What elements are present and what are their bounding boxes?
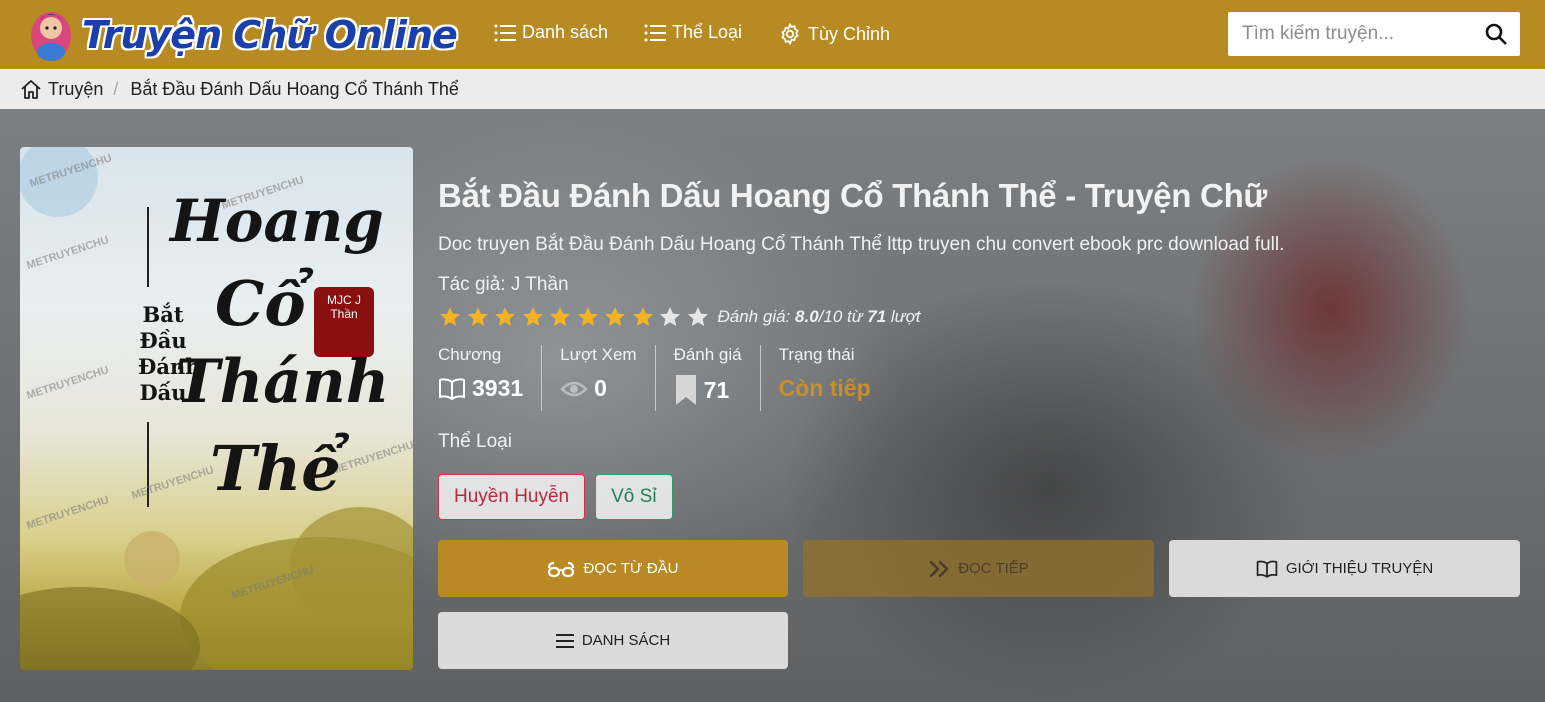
list-icon <box>494 24 516 41</box>
author-name[interactable]: J Thần <box>511 274 569 295</box>
star-icon[interactable] <box>438 305 462 329</box>
cover-title-line: Cổ <box>215 267 306 340</box>
mascot-logo-icon <box>31 12 71 61</box>
star-icon[interactable] <box>603 305 627 329</box>
nav-label: Thể Loại <box>672 22 743 42</box>
book-title: Bắt Đầu Đánh Dấu Hoang Cổ Thánh Thể - Tr… <box>438 177 1268 214</box>
button-label: Đọc từ đầu <box>583 560 679 577</box>
rating-stars[interactable] <box>438 305 710 329</box>
button-label: Danh sách <box>581 632 671 649</box>
site-header: Truyện Chữ Online Danh sách Thể Loại Tùy… <box>0 0 1545 69</box>
read-from-start-button[interactable]: Đọc từ đầu <box>438 540 788 597</box>
genre-tag-vo-si[interactable]: Vô Sỉ <box>595 474 673 520</box>
stat-label: Chương <box>438 345 502 364</box>
cover-title-line: Thánh <box>175 347 390 417</box>
rating-row: Đánh giá: 8.0/10 từ 71 lượt <box>438 305 920 329</box>
stat-status: Trạng thái Còn tiếp <box>779 345 889 411</box>
nav-danh-sach[interactable]: Danh sách <box>494 22 608 43</box>
stat-views: Lượt Xem 0 <box>560 345 656 411</box>
breadcrumb-separator: / <box>113 78 119 99</box>
stat-value: 71 <box>703 376 730 403</box>
chapter-list-button[interactable]: Danh sách <box>438 612 788 669</box>
genre-tags: Huyền Huyễn Vô Sỉ <box>438 474 673 520</box>
logo-text: Truyện Chữ Online <box>82 13 458 57</box>
status-badge: Còn tiếp <box>778 375 871 401</box>
rating-count: 71 <box>867 307 887 326</box>
stat-value: 3931 <box>472 375 524 401</box>
nav-tuy-chinh[interactable]: Tùy Chỉnh <box>778 22 890 46</box>
read-continue-button[interactable]: Đọc tiếp <box>803 540 1154 597</box>
stat-label: Đánh giá <box>673 345 742 364</box>
author-label: Tác giả: <box>438 274 506 295</box>
menu-icon <box>555 633 574 648</box>
cover-side-title: Bắt Đầu Đánh Dấu <box>138 302 201 405</box>
stat-ratings: Đánh giá 71 <box>674 345 761 411</box>
rating-out-of: /10 từ <box>818 307 863 326</box>
star-icon[interactable] <box>548 305 572 329</box>
breadcrumb-home[interactable]: Truyện <box>20 79 103 100</box>
home-icon <box>21 80 41 99</box>
nav-label: Danh sách <box>522 22 609 42</box>
search-icon[interactable] <box>1484 22 1508 46</box>
gear-icon <box>781 22 799 46</box>
button-label: Giới thiệu truyện <box>1285 560 1434 577</box>
book-stats: Chương 3931 Lượt Xem 0 Đánh giá 71 Trạng… <box>438 345 907 411</box>
stat-label: Lượt Xem <box>560 345 637 364</box>
stat-value: 0 <box>594 375 607 401</box>
intro-button[interactable]: Giới thiệu truyện <box>1169 540 1520 597</box>
double-chevron-right-icon <box>929 560 949 577</box>
list-icon <box>644 24 666 41</box>
book-description: Doc truyen Bắt Đầu Đánh Dấu Hoang Cổ Thá… <box>438 234 1285 255</box>
search-input[interactable] <box>1228 12 1468 56</box>
bookmark-icon <box>675 375 696 405</box>
star-icon[interactable] <box>631 305 655 329</box>
search-box <box>1228 12 1520 56</box>
stat-chapters: Chương 3931 <box>438 345 543 411</box>
cover-title-line: Hoang <box>170 187 384 255</box>
genre-tag-huyen-huyen[interactable]: Huyền Huyễn <box>438 474 586 520</box>
button-label: Đọc tiếp <box>958 560 1029 577</box>
rating-suffix: lượt <box>890 307 921 326</box>
nav-the-loai[interactable]: Thể Loại <box>644 22 742 43</box>
rating-prefix: Đánh giá: <box>717 307 791 326</box>
star-icon[interactable] <box>493 305 517 329</box>
breadcrumb-home-label: Truyện <box>48 78 104 99</box>
star-icon[interactable] <box>466 305 490 329</box>
book-open-icon <box>1256 560 1278 578</box>
book-cover: METRUYENCHU METRUYENCHU METRUYENCHU METR… <box>20 147 413 670</box>
rating-score: 8.0 <box>795 307 819 326</box>
star-icon[interactable] <box>658 305 682 329</box>
star-icon[interactable] <box>576 305 600 329</box>
breadcrumb: Truyện / Bắt Đầu Đánh Dấu Hoang Cổ Thánh… <box>0 69 1545 109</box>
star-icon[interactable] <box>686 305 710 329</box>
cover-title-line: Thể <box>210 432 341 505</box>
star-icon[interactable] <box>521 305 545 329</box>
site-logo[interactable]: Truyện Chữ Online <box>22 6 462 64</box>
stat-label: Trạng thái <box>778 345 855 364</box>
cover-seal: MJC J Thần <box>314 287 374 357</box>
rating-text: Đánh giá: 8.0/10 từ 71 lượt <box>718 307 921 327</box>
book-author: Tác giả: J Thần <box>438 274 569 296</box>
book-hero: METRUYENCHU METRUYENCHU METRUYENCHU METR… <box>0 109 1545 702</box>
breadcrumb-current: Bắt Đầu Đánh Dấu Hoang Cổ Thánh Thể <box>130 78 459 99</box>
book-open-icon <box>439 377 465 400</box>
nav-label: Tùy Chỉnh <box>808 23 891 44</box>
genre-heading: Thể Loại <box>438 431 512 452</box>
eye-icon <box>560 381 588 396</box>
glasses-icon <box>548 561 575 577</box>
